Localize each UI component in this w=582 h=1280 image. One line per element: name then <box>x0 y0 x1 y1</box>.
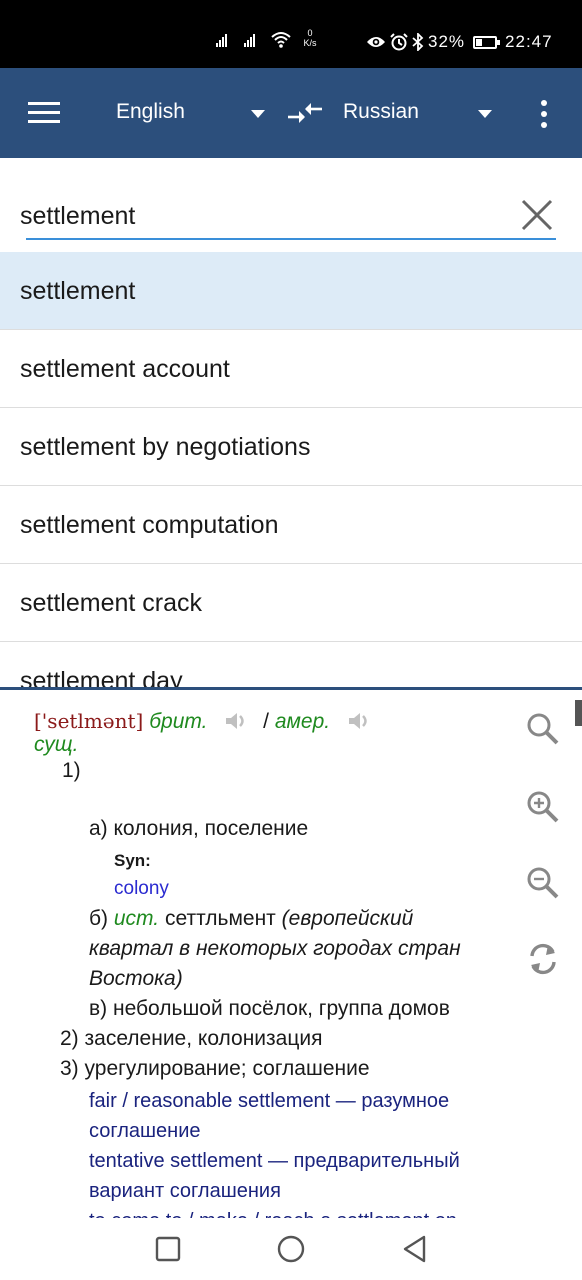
sense-word: сеттльмент <box>165 907 276 930</box>
list-item[interactable]: settlement crack <box>0 564 582 642</box>
slash: / <box>263 710 269 733</box>
sense-note: квартал в некоторых городах стран <box>89 937 461 960</box>
net-speed-unit: K/s <box>303 38 317 48</box>
dropdown-icon[interactable] <box>251 110 265 118</box>
zoom-in-icon[interactable] <box>524 788 562 826</box>
system-nav-bar <box>0 1218 582 1280</box>
example-text: соглашение <box>89 1120 201 1142</box>
sense-text: 3) урегулирование; соглашение <box>60 1057 370 1080</box>
app-bar: English Russian <box>0 68 582 158</box>
list-item[interactable]: settlement <box>0 252 582 330</box>
example-text: fair / reasonable settlement — разумное <box>89 1090 450 1112</box>
battery-percent: 32% <box>428 32 466 51</box>
sense-text: в) небольшой посёлок, группа домов <box>89 997 450 1020</box>
search-icon[interactable] <box>524 710 562 748</box>
scrollbar-thumb[interactable] <box>575 700 582 726</box>
recents-square-icon[interactable] <box>153 1234 183 1264</box>
list-item[interactable]: settlement computation <box>0 486 582 564</box>
menu-icon[interactable] <box>28 102 60 124</box>
list-item[interactable]: settlement account <box>0 330 582 408</box>
amer-label: амер. <box>274 710 331 733</box>
status-icons: 32% 22:47 <box>366 32 553 52</box>
search-underline <box>26 238 556 240</box>
net-speed: 0 K/s <box>298 28 322 48</box>
zoom-out-icon[interactable] <box>524 864 562 902</box>
speaker-icon[interactable] <box>223 710 251 732</box>
search-bar <box>20 196 556 242</box>
clock: 22:47 <box>505 32 553 51</box>
synonym-link[interactable]: colony <box>114 874 169 904</box>
net-speed-value: 0 <box>307 28 313 38</box>
example-text: tentative settlement — предварительный <box>89 1150 460 1172</box>
home-circle-icon[interactable] <box>276 1234 306 1264</box>
search-input[interactable] <box>20 196 510 236</box>
eye-icon <box>367 37 385 47</box>
close-icon[interactable] <box>520 198 554 232</box>
target-language-selector[interactable]: Russian <box>343 100 419 124</box>
dictionary-article: ['setlmənt] брит. / амер. сущ. 1) а) кол… <box>0 690 582 1218</box>
example-text: вариант соглашения <box>89 1180 281 1202</box>
example-text: to come to / make / reach a settlement o… <box>89 1206 457 1218</box>
domain-label: ист. <box>113 907 160 930</box>
speaker-icon[interactable] <box>346 710 374 732</box>
list-item[interactable]: settlement by negotiations <box>0 408 582 486</box>
signal-icon <box>216 34 227 47</box>
more-vert-icon[interactable] <box>541 100 549 130</box>
sense-letter: б) <box>89 907 109 930</box>
synonym-label: Syn: <box>114 851 151 870</box>
signal-icon <box>244 34 255 47</box>
bluetooth-icon <box>412 33 424 51</box>
sense-note: (европейский <box>281 907 414 930</box>
sense-note: Востока) <box>89 967 183 990</box>
back-triangle-icon[interactable] <box>400 1234 430 1264</box>
swap-languages-icon[interactable] <box>286 98 324 128</box>
brit-label: брит. <box>149 710 208 733</box>
alarm-icon <box>390 33 408 51</box>
refresh-icon[interactable] <box>524 940 562 978</box>
wifi-icon <box>271 32 291 48</box>
status-bar: 0 K/s 32% 22:47 <box>0 0 582 68</box>
sense-text: 2) заселение, колонизация <box>60 1027 323 1050</box>
dropdown-icon[interactable] <box>478 110 492 118</box>
sense-text: а) колония, поселение <box>89 817 309 840</box>
sense-text: б) ист. сеттльмент (европейский <box>89 904 413 934</box>
list-item[interactable]: settlement day <box>0 642 582 688</box>
pronunciation-line: ['setlmənt] брит. / амер. <box>34 706 380 737</box>
sense-number: 1) <box>62 759 81 782</box>
source-language-selector[interactable]: English <box>116 100 185 124</box>
battery-icon <box>473 35 501 49</box>
suggestion-list: settlement settlement account settlement… <box>0 252 582 688</box>
